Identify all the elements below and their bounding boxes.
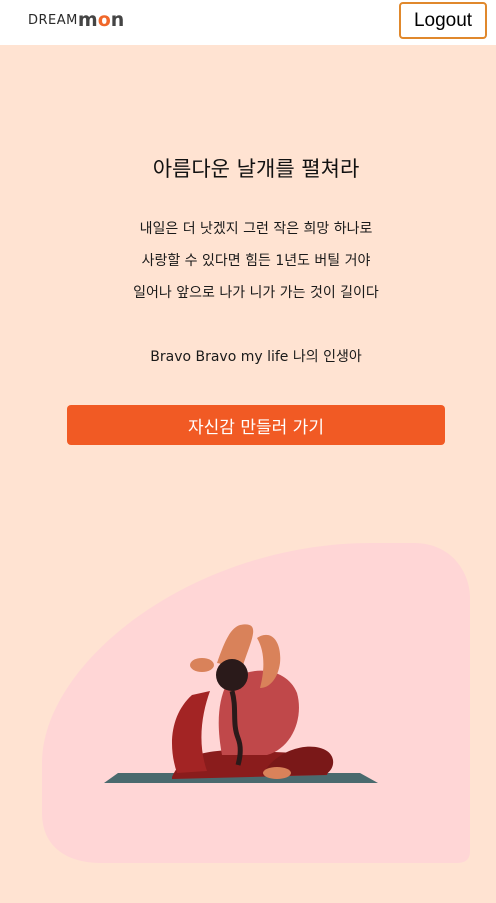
figure-head [216,659,248,691]
figure-raised-foot [190,658,214,672]
logo-letter-m: m [77,8,98,31]
dreammon-logo[interactable]: DREAM mon [28,9,124,31]
lyric-line: Bravo Bravo my life 나의 인생아 [150,349,362,365]
build-confidence-button[interactable]: 자신감 만들러 가기 [67,405,445,445]
logo-text-mon: mon [77,8,125,31]
lyric-line: 사랑할 수 있다면 힘든 1년도 버틸 거야 [141,253,371,269]
yoga-pose-icon [42,543,470,863]
logout-button[interactable]: Logout [399,2,487,39]
lyric-line: 일어나 앞으로 나가 니가 가는 것이 길이다 [133,285,379,301]
lyric-line: 내일은 더 낫겠지 그런 작은 희망 하나로 [139,221,373,237]
top-header: DREAM mon Logout [0,0,496,45]
figure-foot [263,767,291,779]
logo-letter-o: o [97,8,111,31]
page-title: 아름다운 날개를 펼쳐라 [152,157,360,181]
logo-text-dream: DREAM [28,12,78,28]
logo-letter-n: n [110,8,125,31]
